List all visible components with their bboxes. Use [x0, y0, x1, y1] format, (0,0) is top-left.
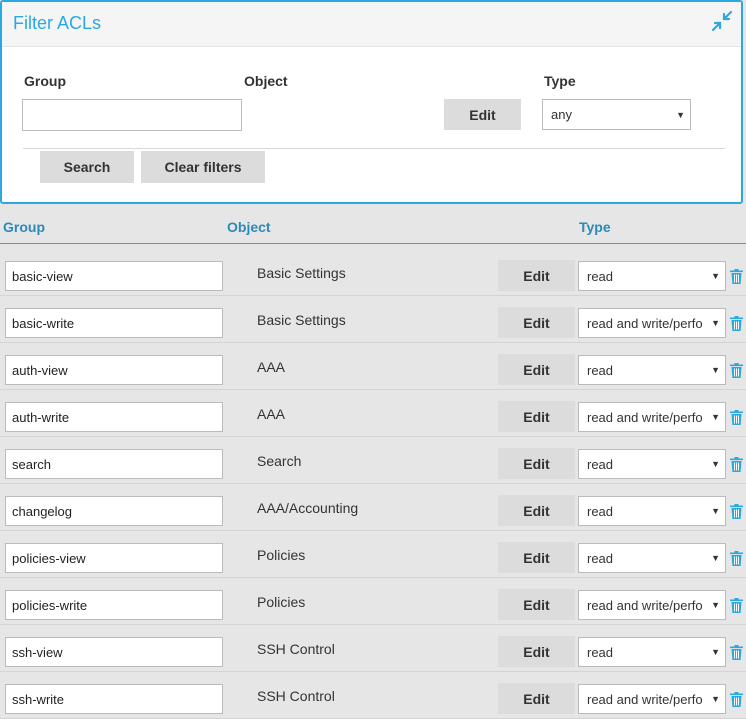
filter-object-edit-button[interactable]: Edit [444, 99, 521, 130]
type-value: read and write/perfo [587, 691, 703, 707]
trash-icon[interactable] [730, 457, 743, 472]
type-select[interactable]: read ▼ [578, 261, 726, 291]
type-select[interactable]: read ▼ [578, 543, 726, 573]
object-name: SSH Control [257, 688, 335, 704]
type-value: read [587, 456, 614, 472]
trash-icon[interactable] [730, 551, 743, 566]
chevron-down-icon: ▼ [711, 459, 720, 469]
chevron-down-icon: ▼ [711, 600, 720, 610]
filter-type-label: Type [544, 73, 576, 89]
object-name: Basic Settings [257, 312, 346, 328]
filter-type-value: any [551, 107, 572, 122]
object-name: AAA/Accounting [257, 500, 359, 516]
filter-group-label: Group [24, 73, 66, 89]
trash-icon[interactable] [730, 645, 743, 660]
type-value: read [587, 362, 614, 378]
col-header-type[interactable]: Type [579, 219, 611, 235]
type-select[interactable]: read and write/perfo ▼ [578, 308, 726, 338]
object-edit-button[interactable]: Edit [498, 354, 575, 385]
type-select[interactable]: read and write/perfo ▼ [578, 402, 726, 432]
object-name: AAA [257, 359, 286, 375]
type-value: read and write/perfo [587, 409, 703, 425]
type-value: read and write/perfo [587, 315, 703, 331]
type-value: read [587, 503, 614, 519]
group-input[interactable]: ssh-view [5, 637, 223, 667]
table-row: basic-write Basic Settings Edit read and wr… [0, 296, 746, 343]
table-row: auth-view AAA Edit read ▼ [0, 343, 746, 390]
table-row: policies-view Policies Edit read ▼ [0, 531, 746, 578]
trash-icon[interactable] [730, 269, 743, 284]
chevron-down-icon: ▼ [711, 318, 720, 328]
group-input[interactable]: basic-write [5, 308, 223, 338]
type-select[interactable]: read and write/perfo ▼ [578, 684, 726, 714]
group-input[interactable]: auth-view [5, 355, 223, 385]
type-value: read [587, 268, 614, 284]
type-select[interactable]: read ▼ [578, 496, 726, 526]
chevron-down-icon: ▼ [711, 506, 720, 516]
type-value: read [587, 644, 614, 660]
trash-icon[interactable] [730, 363, 743, 378]
object-edit-button[interactable]: Edit [498, 589, 575, 620]
chevron-down-icon: ▼ [711, 271, 720, 281]
col-header-group[interactable]: Group [3, 219, 45, 235]
group-input[interactable]: changelog [5, 496, 223, 526]
chevron-down-icon: ▼ [676, 109, 685, 120]
table-row: auth-write AAA Edit read and write/perfo ▼ [0, 390, 746, 437]
object-edit-button[interactable]: Edit [498, 401, 575, 432]
trash-icon[interactable] [730, 504, 743, 519]
filter-panel: Filter ACLs Group Object Type Edit any ▼… [0, 0, 743, 204]
type-select[interactable]: read and write/perfo ▼ [578, 590, 726, 620]
type-select[interactable]: read ▼ [578, 449, 726, 479]
group-input[interactable]: policies-write [5, 590, 223, 620]
group-input[interactable]: ssh-write [5, 684, 223, 714]
table-row: basic-view Basic Settings Edit read ▼ [0, 249, 746, 296]
object-edit-button[interactable]: Edit [498, 636, 575, 667]
type-value: read and write/perfo [587, 597, 703, 613]
trash-icon[interactable] [730, 598, 743, 613]
group-input[interactable]: basic-view [5, 261, 223, 291]
clear-filters-button[interactable]: Clear filters [141, 151, 265, 183]
chevron-down-icon: ▼ [711, 694, 720, 704]
filter-divider [23, 148, 725, 149]
filter-type-select[interactable]: any ▼ [542, 99, 691, 130]
chevron-down-icon: ▼ [711, 553, 720, 563]
object-name: SSH Control [257, 641, 335, 657]
type-select[interactable]: read ▼ [578, 355, 726, 385]
table-row: ssh-view SSH Control Edit read ▼ [0, 625, 746, 672]
table-row: search Search Edit read ▼ [0, 437, 746, 484]
object-name: AAA [257, 406, 286, 422]
object-name: Policies [257, 547, 306, 563]
table-row: changelog AAA/Accounting Edit read ▼ [0, 484, 746, 531]
chevron-down-icon: ▼ [711, 365, 720, 375]
search-button[interactable]: Search [40, 151, 134, 183]
chevron-down-icon: ▼ [711, 412, 720, 422]
object-edit-button[interactable]: Edit [498, 448, 575, 479]
object-edit-button[interactable]: Edit [498, 683, 575, 714]
type-value: read [587, 550, 614, 566]
col-header-object[interactable]: Object [227, 219, 271, 235]
object-edit-button[interactable]: Edit [498, 307, 575, 338]
panel-title: Filter ACLs [13, 13, 102, 33]
table-row: ssh-write SSH Control Edit read and write/p… [0, 672, 746, 719]
table-row: policies-write Policies Edit read and write… [0, 578, 746, 625]
group-input[interactable]: search [5, 449, 223, 479]
filter-object-label: Object [244, 73, 288, 89]
trash-icon[interactable] [730, 410, 743, 425]
collapse-arrows-icon[interactable] [711, 10, 733, 32]
group-input[interactable]: policies-view [5, 543, 223, 573]
trash-icon[interactable] [730, 316, 743, 331]
object-name: Policies [257, 594, 306, 610]
object-edit-button[interactable]: Edit [498, 260, 575, 291]
trash-icon[interactable] [730, 692, 743, 707]
filter-panel-header: Filter ACLs [2, 2, 741, 47]
filter-group-input[interactable] [22, 99, 242, 131]
group-input[interactable]: auth-write [5, 402, 223, 432]
table-header-divider [0, 243, 746, 244]
object-name: Basic Settings [257, 265, 346, 281]
chevron-down-icon: ▼ [711, 647, 720, 657]
object-name: Search [257, 453, 302, 469]
type-select[interactable]: read ▼ [578, 637, 726, 667]
object-edit-button[interactable]: Edit [498, 495, 575, 526]
object-edit-button[interactable]: Edit [498, 542, 575, 573]
